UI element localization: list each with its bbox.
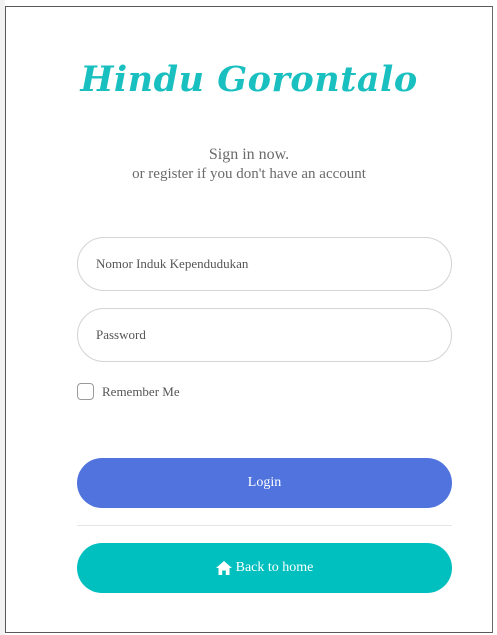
- nik-input[interactable]: [77, 237, 452, 291]
- login-button[interactable]: Login: [77, 458, 452, 508]
- back-to-home-button[interactable]: Back to home: [77, 543, 452, 593]
- remember-me-checkbox[interactable]: [77, 383, 94, 400]
- home-icon: [215, 561, 232, 575]
- remember-me-label: Remember Me: [102, 383, 180, 399]
- back-to-home-label: Back to home: [235, 560, 314, 575]
- login-button-label: Login: [247, 475, 282, 490]
- signin-heading: Sign in now.: [208, 146, 290, 163]
- remember-me-toggle[interactable]: Remember Me: [77, 383, 180, 400]
- divider: [77, 525, 452, 526]
- brand-logo: Hindu Gorontalo: [80, 59, 418, 100]
- password-input[interactable]: [77, 308, 452, 362]
- register-hint: or register if you don't have an account: [132, 166, 366, 182]
- login-card: Hindu Gorontalo Sign in now. or register…: [5, 6, 493, 633]
